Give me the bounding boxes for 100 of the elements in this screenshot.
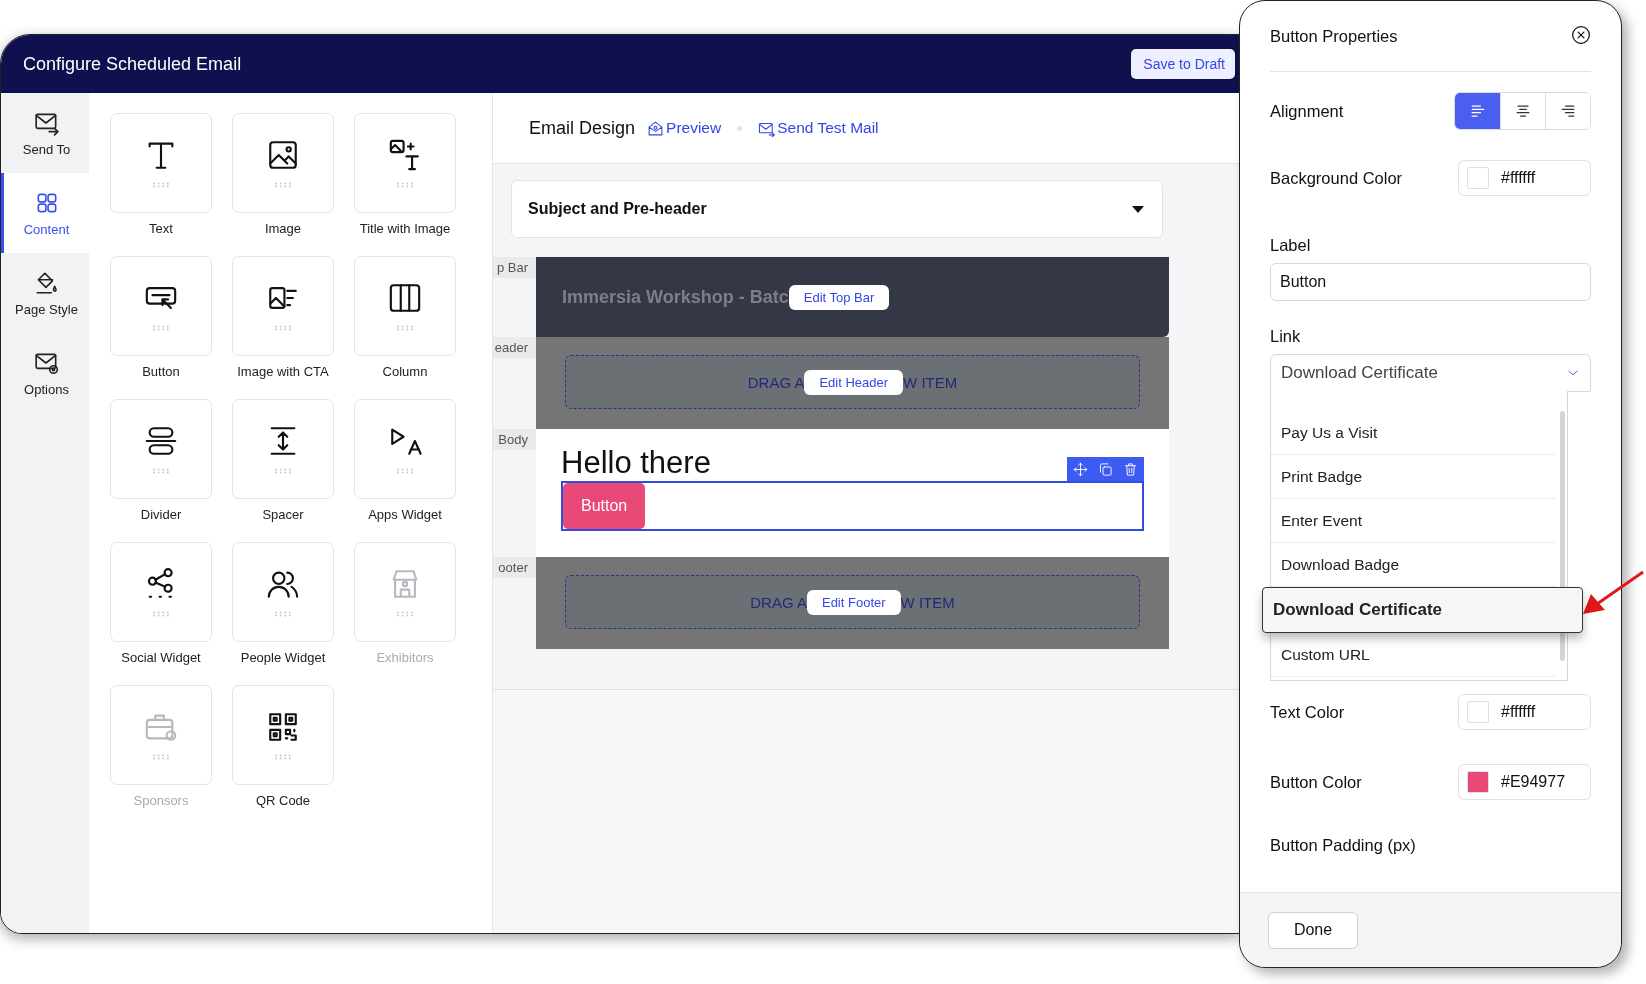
widget-label: Exhibitors: [376, 650, 434, 665]
panel-title: Button Properties: [1270, 26, 1398, 46]
drag-handle-icon: [274, 754, 292, 760]
selected-block[interactable]: Button: [561, 481, 1144, 531]
field-label: Text Color: [1270, 702, 1345, 722]
widget-label: Apps Widget: [368, 507, 442, 522]
widget-tile[interactable]: [232, 399, 334, 499]
color-swatch: [1467, 701, 1489, 723]
editor-title: Email Design: [529, 117, 636, 139]
dropdown-option[interactable]: Print Badge: [1271, 455, 1555, 499]
section-label: eader: [493, 337, 536, 358]
widget-label: Button: [142, 364, 180, 379]
copy-icon: [1098, 461, 1113, 477]
edit-button[interactable]: Edit Header: [804, 369, 904, 395]
widget-label: Text: [149, 221, 173, 236]
nav-item[interactable]: Options: [1, 333, 89, 413]
widget-label: Column: [382, 364, 428, 379]
align-button[interactable]: [1455, 93, 1500, 129]
field-label: Button Padding (px): [1270, 836, 1417, 855]
nav-item[interactable]: Page Style: [1, 253, 89, 333]
drag-handle-icon: [396, 468, 414, 474]
color-field[interactable]: #ffffff: [1458, 694, 1591, 730]
alignment-control[interactable]: [1454, 92, 1591, 130]
widget-tile[interactable]: [232, 256, 334, 356]
widget-label: Image with CTA: [237, 364, 329, 379]
label-input[interactable]: Button: [1270, 263, 1591, 301]
drag-handle-icon: [152, 611, 170, 617]
dropdown-option[interactable]: Download Certificate: [1262, 587, 1583, 633]
section-label: Body: [493, 429, 536, 450]
widget-tile[interactable]: [232, 685, 334, 785]
dropdown-option[interactable]: Custom URL: [1271, 633, 1555, 677]
dropdown-option[interactable]: Enter Event: [1271, 499, 1555, 543]
email-top-bar[interactable]: Immersia Workshop - Batc Edit Top Bar: [536, 257, 1169, 337]
field-label: Alignment: [1270, 101, 1344, 121]
color-swatch: [1467, 167, 1489, 189]
drag-handle-icon: [274, 325, 292, 331]
image-icon: [266, 138, 300, 172]
edit-button[interactable]: Edit Top Bar: [788, 284, 890, 310]
done-button[interactable]: Done: [1268, 911, 1358, 949]
widget-tile[interactable]: [110, 399, 212, 499]
widget-label: Divider: [140, 507, 182, 522]
section-label: ooter: [493, 557, 536, 578]
color-field[interactable]: #E94977: [1458, 764, 1591, 800]
scrollbar[interactable]: [1560, 411, 1565, 661]
widget-tile[interactable]: [110, 256, 212, 356]
image-plus-text-icon: [388, 138, 422, 172]
drop-zone-text: DRAG A: [750, 593, 807, 611]
widget-tile[interactable]: [354, 113, 456, 213]
widget-label: Image: [264, 221, 302, 236]
pointer-arrow: [1583, 570, 1644, 614]
widget-tile[interactable]: [232, 542, 334, 642]
columns-icon: [388, 281, 422, 315]
align-button[interactable]: [1545, 93, 1590, 129]
trash-icon: [1123, 461, 1138, 477]
field-label: Label: [1270, 236, 1312, 255]
widget-tile[interactable]: [110, 113, 212, 213]
section-label: p Bar: [493, 257, 536, 278]
drag-handle-icon: [274, 468, 292, 474]
caret-down-icon: [1132, 205, 1144, 213]
email-heading: Hello there: [561, 445, 711, 481]
drop-zone-text: W ITEM: [903, 373, 958, 391]
save-draft-button[interactable]: Save to Draft: [1131, 49, 1235, 79]
close-icon: [1571, 24, 1591, 45]
drag-handle-icon: [152, 182, 170, 188]
nav-item[interactable]: Content: [1, 173, 89, 253]
widget-label: Sponsors: [133, 793, 189, 808]
drag-handle-icon: [274, 182, 292, 188]
field-label: Button Color: [1270, 772, 1362, 792]
drag-handle-icon: [274, 611, 292, 617]
drag-handle-icon: [396, 611, 414, 617]
drag-handle-icon: [396, 182, 414, 188]
field-label: Background Color: [1270, 168, 1403, 188]
widget-label: People Widget: [240, 650, 326, 665]
widget-label: Title with Image: [359, 221, 451, 236]
editor-link[interactable]: Send Test Mail: [758, 119, 879, 137]
email-button[interactable]: Button: [563, 483, 646, 529]
widget-tile[interactable]: [232, 113, 334, 213]
subject-accordion[interactable]: Subject and Pre-header: [511, 180, 1163, 238]
qr-code-icon: [266, 710, 300, 744]
widget-tile[interactable]: [354, 399, 456, 499]
color-swatch: [1467, 771, 1489, 793]
drag-handle-icon: [396, 325, 414, 331]
drag-handle-icon: [152, 468, 170, 474]
drag-handle-icon: [152, 325, 170, 331]
nav-item[interactable]: Send To: [1, 93, 89, 173]
widget-tile[interactable]: [354, 256, 456, 356]
edit-button[interactable]: Edit Footer: [806, 589, 901, 615]
drop-zone-text: DRAG A: [747, 373, 805, 391]
widget-label: Spacer: [262, 507, 304, 522]
widget-tile[interactable]: [110, 542, 212, 642]
envelope-eye-icon: [647, 119, 665, 137]
editor-link[interactable]: Preview: [647, 119, 722, 137]
divider-icon: [144, 424, 178, 458]
widget-label: QR Code: [255, 793, 311, 808]
drag-handle-icon: [152, 754, 170, 760]
drop-zone[interactable]: DRAG A Edit Header W ITEM: [565, 355, 1140, 409]
color-field[interactable]: #ffffff: [1458, 160, 1591, 196]
window-title: Configure Scheduled Email: [23, 53, 242, 75]
dropdown-option[interactable]: Pay Us a Visit: [1271, 411, 1555, 455]
move-icon: [1073, 461, 1088, 477]
